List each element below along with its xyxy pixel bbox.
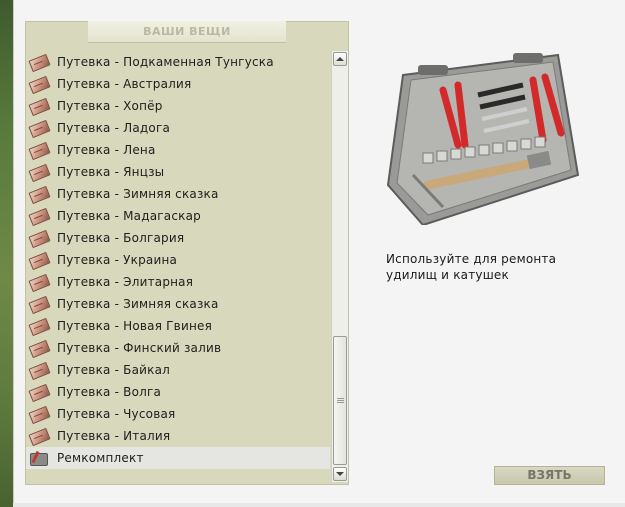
ticket-icon	[28, 427, 51, 447]
list-item-label: Путевка - Зимняя сказка	[57, 187, 219, 201]
list-item[interactable]: Путевка - Мадагаскар	[26, 205, 330, 227]
bottom-divider	[13, 503, 625, 507]
list-item[interactable]: Ремкомплект	[26, 447, 330, 469]
ticket-icon	[28, 119, 51, 139]
list-item[interactable]: Путевка - Чусовая	[26, 403, 330, 425]
ticket-icon	[28, 207, 51, 227]
repair-kit-icon	[29, 450, 48, 466]
list-item[interactable]: Путевка - Украина	[26, 249, 330, 271]
list-item[interactable]: Путевка - Зимняя сказка	[26, 183, 330, 205]
ticket-icon	[28, 361, 51, 381]
chevron-down-icon	[336, 472, 344, 476]
list-item-label: Путевка - Новая Гвинея	[57, 319, 212, 333]
list-item[interactable]: Путевка - Ладога	[26, 117, 330, 139]
ticket-icon	[28, 229, 51, 249]
item-description: Используйте для ремонта удилищ и катушек	[386, 252, 557, 282]
ticket-icon	[28, 405, 51, 425]
list-item-label: Путевка - Янцзы	[57, 165, 165, 179]
toolbox-image	[386, 53, 580, 225]
scroll-up-button[interactable]	[333, 52, 347, 66]
ticket-icon	[28, 141, 51, 161]
take-button[interactable]: ВЗЯТЬ	[494, 466, 605, 485]
ticket-icon	[28, 185, 51, 205]
background-strip	[0, 0, 13, 507]
list-item[interactable]: Путевка - Зимняя сказка	[26, 293, 330, 315]
list-item[interactable]: Путевка - Байкал	[26, 359, 330, 381]
list-item[interactable]: Путевка - Финский залив	[26, 337, 330, 359]
list-item[interactable]: Путевка - Волга	[26, 381, 330, 403]
list-item-label: Путевка - Подкаменная Тунгуска	[57, 55, 274, 69]
ticket-icon	[28, 273, 51, 293]
grip-icon	[336, 397, 344, 404]
list-item-label: Путевка - Волга	[57, 385, 162, 399]
list-item-label: Путевка - Австралия	[57, 77, 192, 91]
list-item-label: Путевка - Финский залив	[57, 341, 222, 355]
ticket-icon	[28, 317, 51, 337]
inventory-list: Путевка - Подкаменная Тунгуска Путевка - …	[26, 51, 330, 469]
scroll-thumb[interactable]	[333, 336, 347, 465]
list-item[interactable]: Путевка - Подкаменная Тунгуска	[26, 51, 330, 73]
ticket-icon	[28, 53, 51, 73]
list-item-label: Путевка - Мадагаскар	[57, 209, 201, 223]
chevron-up-icon	[336, 57, 344, 61]
list-item-label: Путевка - Лена	[57, 143, 156, 157]
list-item-label: Путевка - Зимняя сказка	[57, 297, 219, 311]
ticket-icon	[28, 339, 51, 359]
list-item[interactable]: Путевка - Элитарная	[26, 271, 330, 293]
list-item-label: Путевка - Болгария	[57, 231, 185, 245]
panel-title: ВАШИ ВЕЩИ	[88, 21, 286, 43]
list-item-label: Путевка - Украина	[57, 253, 178, 267]
ticket-icon	[28, 97, 51, 117]
ticket-icon	[28, 163, 51, 183]
list-item-label: Путевка - Байкал	[57, 363, 170, 377]
list-item-label: Путевка - Ладога	[57, 121, 171, 135]
list-item[interactable]: Путевка - Лена	[26, 139, 330, 161]
list-item[interactable]: Путевка - Италия	[26, 425, 330, 447]
list-item-label: Путевка - Элитарная	[57, 275, 194, 289]
ticket-icon	[28, 251, 51, 271]
list-item[interactable]: Путевка - Австралия	[26, 73, 330, 95]
list-item[interactable]: Путевка - Болгария	[26, 227, 330, 249]
list-item-label: Путевка - Чусовая	[57, 407, 176, 421]
inventory-panel: ВАШИ ВЕЩИ Путевка - Подкаменная Тунгуска…	[25, 21, 349, 485]
list-item-label: Ремкомплект	[57, 451, 144, 465]
scroll-down-button[interactable]	[333, 467, 347, 481]
list-item[interactable]: Путевка - Хопёр	[26, 95, 330, 117]
list-item[interactable]: Путевка - Новая Гвинея	[26, 315, 330, 337]
list-item[interactable]: Путевка - Янцзы	[26, 161, 330, 183]
ticket-icon	[28, 383, 51, 403]
ticket-icon	[28, 295, 51, 315]
list-item-label: Путевка - Хопёр	[57, 99, 163, 113]
list-scrollbar[interactable]	[331, 51, 348, 482]
ticket-icon	[28, 75, 51, 95]
list-item-label: Путевка - Италия	[57, 429, 171, 443]
